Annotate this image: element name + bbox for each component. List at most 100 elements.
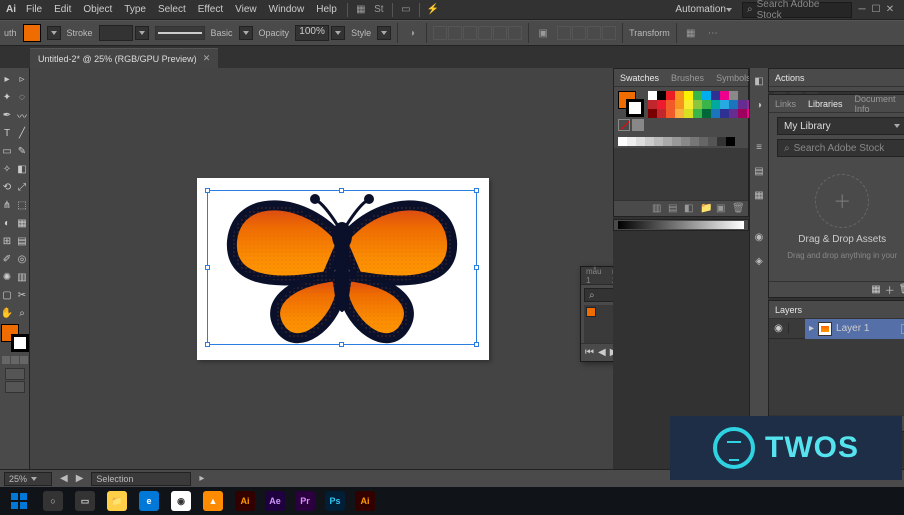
scale-tool[interactable]: ⤢ [15, 178, 30, 196]
swatch-library-icon[interactable]: ▥ [652, 203, 664, 215]
color-modes[interactable] [2, 356, 28, 364]
color-swatch[interactable] [729, 91, 738, 100]
registration-swatch[interactable] [632, 119, 644, 131]
appearance-panel-icon[interactable]: ◉ [750, 228, 768, 246]
stroke-weight-stepper[interactable] [135, 26, 149, 40]
gray-swatch[interactable] [699, 137, 708, 146]
color-guide-panel-icon[interactable]: ◑ [750, 96, 768, 114]
lib-add-icon[interactable]: ＋ [885, 282, 895, 297]
recolor-icon[interactable]: ◑ [404, 25, 420, 41]
menu-window[interactable]: Window [263, 0, 311, 20]
extra-icon[interactable]: ⋯ [705, 25, 721, 41]
graphic-styles-panel-icon[interactable]: ◈ [750, 252, 768, 270]
new-group-icon[interactable]: 📁 [700, 203, 712, 215]
gray-swatch[interactable] [618, 137, 627, 146]
document-tab[interactable]: Untitled-2* @ 25% (RGB/GPU Preview) ✕ [30, 48, 218, 68]
zoom-tool[interactable]: ⌕ [15, 304, 30, 322]
color-swatch[interactable] [657, 109, 666, 118]
artboard-nav-prev-icon[interactable]: ◀ [60, 473, 68, 484]
gray-swatch[interactable] [708, 137, 717, 146]
color-swatch[interactable] [729, 109, 738, 118]
swatch-fill-stroke[interactable] [618, 91, 644, 117]
eraser-tool[interactable]: ◧ [15, 160, 30, 178]
lib-view-icon[interactable]: ▦ [871, 284, 880, 295]
curvature-tool[interactable]: 〰 [15, 106, 30, 124]
color-swatch[interactable] [738, 109, 747, 118]
window-close[interactable]: ✕ [884, 4, 896, 16]
selection-tool[interactable]: ▸ [0, 70, 15, 88]
canvas-area[interactable]: mẫu 1 mẫu 2 mẫu 17 mẫu 41 ≡ ⌕ ⏮ ◀ ▶ ✕ [30, 68, 613, 469]
color-swatch[interactable] [720, 109, 729, 118]
color-swatch[interactable] [666, 100, 675, 109]
tab-brushes[interactable]: Brushes [665, 69, 710, 86]
gray-swatch[interactable] [654, 137, 663, 146]
color-swatch[interactable] [675, 91, 684, 100]
direct-selection-tool[interactable]: ▹ [15, 70, 30, 88]
start-button[interactable] [2, 488, 36, 514]
library-dropdown[interactable]: My Library [777, 117, 904, 135]
taskbar-explorer-icon[interactable]: 📁 [102, 488, 132, 514]
menu-effect[interactable]: Effect [192, 0, 229, 20]
lasso-tool[interactable]: ◌ [15, 88, 30, 106]
menu-edit[interactable]: Edit [48, 0, 77, 20]
color-swatch[interactable] [684, 109, 693, 118]
artboard-nav-next-icon[interactable]: ▶ [76, 473, 84, 484]
gray-swatch[interactable] [636, 137, 645, 146]
hand-tool[interactable]: ✋ [0, 304, 15, 322]
none-swatch-icon[interactable] [618, 119, 630, 131]
status-dropdown-icon[interactable]: ▸ [199, 473, 204, 484]
color-swatch[interactable] [693, 91, 702, 100]
menu-help[interactable]: Help [310, 0, 343, 20]
taskbar-vlc-icon[interactable]: ▲ [198, 488, 228, 514]
gray-swatch[interactable] [717, 137, 726, 146]
color-swatch[interactable] [648, 91, 657, 100]
taskbar-app-pr[interactable]: Pr [290, 488, 320, 514]
grayscale-row[interactable] [614, 135, 748, 148]
gradient-panel-icon[interactable]: ▤ [750, 162, 768, 180]
layer-visibility-icon[interactable]: ◉ [769, 323, 789, 334]
blend-tool[interactable]: ◎ [15, 250, 30, 268]
taskbar-search-icon[interactable]: ○ [38, 488, 68, 514]
color-swatch[interactable] [657, 91, 666, 100]
stroke-panel-icon[interactable]: ≡ [750, 138, 768, 156]
color-swatch[interactable] [711, 100, 720, 109]
rotate-tool[interactable]: ⟲ [0, 178, 15, 196]
taskbar-app-ai[interactable]: Ai [350, 488, 380, 514]
delete-swatch-icon[interactable]: 🗑 [732, 203, 744, 215]
taskbar-app-ai[interactable]: Ai [230, 488, 260, 514]
brush-label[interactable]: Basic [211, 28, 233, 38]
magic-wand-tool[interactable]: ✦ [0, 88, 15, 106]
color-swatch[interactable] [693, 100, 702, 109]
window-minimize[interactable]: ─ [856, 4, 868, 16]
transparency-panel-icon[interactable]: ▦ [750, 186, 768, 204]
brush-dropdown[interactable] [239, 26, 253, 40]
library-dropzone[interactable]: ＋ Drag & Drop Assets Drag and drop anyth… [777, 157, 904, 277]
automation-dropdown[interactable]: Automation [669, 0, 738, 20]
opacity-dropdown[interactable] [331, 26, 345, 40]
gray-swatch[interactable] [645, 137, 654, 146]
style-dropdown[interactable] [377, 26, 391, 40]
color-swatch[interactable] [666, 91, 675, 100]
color-swatch[interactable] [648, 109, 657, 118]
menu-object[interactable]: Object [77, 0, 118, 20]
window-maximize[interactable]: ☐ [870, 4, 882, 16]
menu-file[interactable]: File [20, 0, 48, 20]
mesh-tool[interactable]: ⊞ [0, 232, 15, 250]
tab-layers[interactable]: Layers [769, 301, 808, 318]
color-swatch[interactable] [666, 109, 675, 118]
float-prev-icon[interactable]: ◀ [598, 347, 606, 358]
gradient-strip[interactable] [613, 219, 749, 231]
layer-row[interactable]: ◉ ▸ Layer 1 [769, 319, 904, 339]
swatch-options-icon[interactable]: ◧ [684, 203, 696, 215]
menu-view[interactable]: View [229, 0, 263, 20]
color-swatch[interactable] [675, 109, 684, 118]
pathfinder-group[interactable] [557, 26, 616, 40]
color-swatch[interactable] [702, 100, 711, 109]
align-group[interactable] [433, 26, 522, 40]
float-next-icon[interactable]: ▶ [610, 347, 613, 358]
opacity-field[interactable]: 100% [295, 25, 329, 41]
stroke-weight-field[interactable] [99, 25, 133, 41]
zoom-field[interactable]: 25% [4, 472, 52, 486]
paintbrush-tool[interactable]: ✎ [15, 142, 30, 160]
adobe-stock-search[interactable]: ⌕Search Adobe Stock [742, 2, 852, 18]
